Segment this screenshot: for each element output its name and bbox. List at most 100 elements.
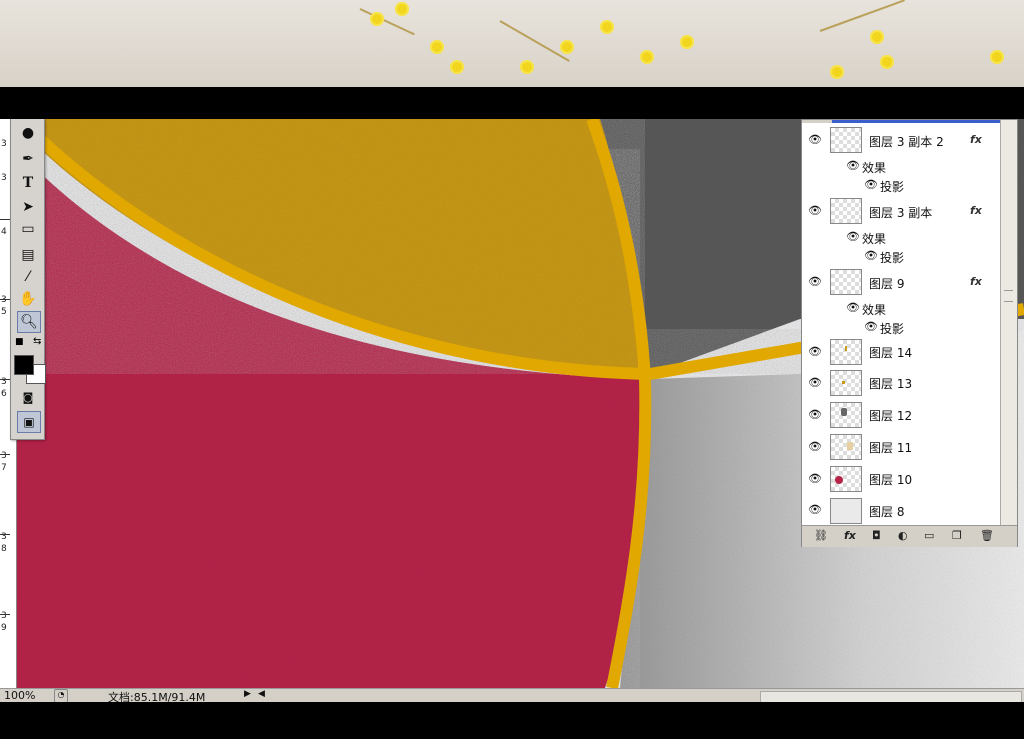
effects-row[interactable]: 👁︎ 效果 — [802, 228, 1000, 248]
foreground-color-swatch[interactable] — [14, 355, 34, 375]
top-decor-band — [0, 0, 1024, 87]
layer-thumbnail — [830, 466, 862, 492]
eye-icon[interactable]: 👁︎ — [808, 472, 822, 485]
eye-icon[interactable]: 👁︎ — [808, 204, 822, 217]
ruler-number: 3 — [1, 139, 7, 149]
layer-name: 图层 10 — [869, 473, 913, 487]
eye-icon[interactable]: 👁︎ — [808, 408, 822, 421]
ruler-number: 9 — [1, 623, 7, 633]
ruler-number: 3 — [1, 451, 7, 461]
ruler-tick — [0, 614, 10, 615]
ruler-number: 5 — [1, 307, 7, 317]
scroll-left-icon[interactable]: ◀ — [258, 689, 265, 699]
zoom-level[interactable]: 100% — [4, 689, 35, 702]
new-layer-icon[interactable]: ❐ — [952, 529, 962, 542]
layer-row[interactable]: 👁︎ 图层 10 — [802, 463, 1000, 496]
notes-tool-icon[interactable]: ▤ — [17, 245, 39, 265]
top-black-bar — [0, 87, 1024, 119]
status-arrow-icon[interactable]: ▶ — [244, 689, 251, 699]
layer-row[interactable]: 👁︎ 图层 9 fx — [802, 265, 1000, 300]
layers-footer: ⛓ fx ◘ ◐ ▭ ❐ 🗑︎ — [802, 525, 1017, 547]
eye-icon[interactable]: 👁︎ — [808, 440, 822, 453]
layer-name: 图层 12 — [869, 409, 913, 423]
effects-label: 效果 — [862, 232, 887, 246]
path-selection-icon[interactable]: ➤ — [17, 197, 39, 217]
layer-row[interactable]: 👁︎ 图层 3 副本 2 fx — [802, 123, 1000, 158]
default-colors-icon[interactable]: ■ — [15, 337, 24, 347]
eye-icon[interactable]: 👁︎ — [864, 320, 878, 333]
new-group-icon[interactable]: ▭ — [924, 529, 934, 542]
layer-name: 图层 13 — [869, 377, 913, 391]
effects-label: 效果 — [862, 161, 887, 175]
burn-tool-icon[interactable]: ● — [17, 123, 39, 143]
layer-thumbnail — [830, 434, 862, 460]
eye-icon[interactable]: 👁︎ — [808, 133, 822, 146]
eye-icon[interactable]: 👁︎ — [808, 503, 822, 516]
effect-label: 投影 — [880, 180, 905, 194]
fx-icon[interactable]: fx — [970, 275, 982, 288]
hand-tool-icon[interactable]: ✋ — [17, 289, 39, 309]
ruler-tick — [0, 379, 10, 380]
layer-row[interactable]: 👁︎ 图层 12 — [802, 399, 1000, 432]
bottom-black-bar — [0, 702, 1024, 739]
fx-icon[interactable]: fx — [970, 204, 982, 217]
effect-row[interactable]: 👁︎ 投影 — [802, 318, 1000, 337]
eye-icon[interactable]: 👁︎ — [808, 345, 822, 358]
effect-label: 投影 — [880, 251, 905, 265]
ruler-tick — [0, 299, 10, 300]
layer-thumbnail — [830, 339, 862, 365]
type-tool-icon[interactable]: T — [17, 173, 39, 193]
adjustment-layer-icon[interactable]: ◐ — [898, 529, 908, 542]
eye-icon[interactable]: 👁︎ — [846, 159, 860, 172]
ruler-number: 3 — [1, 611, 7, 621]
layer-thumbnail — [830, 498, 862, 524]
toolbox: ● ✒ T ➤ ▭ ▤ ⁄ ✋ 🔍︎ ■ ⇆ ◙ ▣ — [10, 119, 46, 440]
ruler-number: 6 — [1, 389, 7, 399]
effect-row[interactable]: 👁︎ 投影 — [802, 176, 1000, 195]
fx-icon[interactable]: fx — [970, 133, 982, 146]
layer-row[interactable]: 👁︎ 图层 8 — [802, 495, 1000, 526]
effects-row[interactable]: 👁︎ 效果 — [802, 157, 1000, 177]
add-mask-icon[interactable]: ◘ — [872, 529, 881, 542]
screen-mode-icon[interactable]: ▣ — [17, 411, 41, 433]
eye-icon[interactable]: 👁︎ — [864, 178, 878, 191]
layer-name: 图层 8 — [869, 505, 905, 519]
eye-icon[interactable]: 👁︎ — [808, 275, 822, 288]
quick-mask-icon[interactable]: ◙ — [17, 387, 39, 407]
eyedropper-icon[interactable]: ⁄ — [17, 267, 39, 287]
ruler-tick — [0, 454, 10, 455]
shape-tool-icon[interactable]: ▭ — [17, 219, 39, 239]
trash-icon[interactable]: 🗑︎ — [980, 529, 994, 542]
eye-icon[interactable]: 👁︎ — [846, 230, 860, 243]
layer-name: 图层 3 副本 2 — [869, 135, 944, 149]
layer-row[interactable]: 👁︎ 图层 11 — [802, 431, 1000, 464]
eye-icon[interactable]: 👁︎ — [808, 376, 822, 389]
pen-tool-icon[interactable]: ✒ — [17, 149, 39, 169]
effects-label: 效果 — [862, 303, 887, 317]
layer-thumbnail — [830, 198, 862, 224]
status-options-icon[interactable]: ◔ — [54, 689, 68, 703]
layer-thumbnail — [830, 402, 862, 428]
effect-row[interactable]: 👁︎ 投影 — [802, 247, 1000, 266]
layer-row[interactable]: 👁︎ 图层 13 — [802, 367, 1000, 400]
ruler-tick — [0, 219, 10, 220]
status-bar: 100% ◔ 文档:85.1M/91.4M ▶ ◀ — [0, 688, 1024, 704]
layer-name: 图层 9 — [869, 277, 905, 291]
effect-label: 投影 — [880, 322, 905, 336]
zoom-tool-icon[interactable]: 🔍︎ — [17, 311, 41, 333]
eye-icon[interactable]: 👁︎ — [864, 249, 878, 262]
layer-row[interactable]: 👁︎ 图层 14 — [802, 336, 1000, 368]
layer-name: 图层 3 副本 — [869, 206, 933, 220]
add-style-icon[interactable]: fx — [844, 529, 856, 542]
layer-thumbnail — [830, 269, 862, 295]
eye-icon[interactable]: 👁︎ — [846, 301, 860, 314]
layers-panel: 👁︎ 图层 3 副本 2 fx 👁︎ 效果 👁︎ 投影 👁︎ 图层 3 副本 f… — [801, 119, 1018, 547]
effects-row[interactable]: 👁︎ 效果 — [802, 299, 1000, 319]
link-layers-icon[interactable]: ⛓ — [814, 529, 828, 542]
layer-thumbnail — [830, 370, 862, 396]
swap-colors-icon[interactable]: ⇆ — [33, 336, 41, 347]
ruler-number: 4 — [1, 227, 7, 237]
layer-row[interactable]: 👁︎ 图层 3 副本 fx — [802, 194, 1000, 229]
layers-scrollbar[interactable] — [1000, 120, 1017, 532]
ruler-tick — [0, 534, 10, 535]
